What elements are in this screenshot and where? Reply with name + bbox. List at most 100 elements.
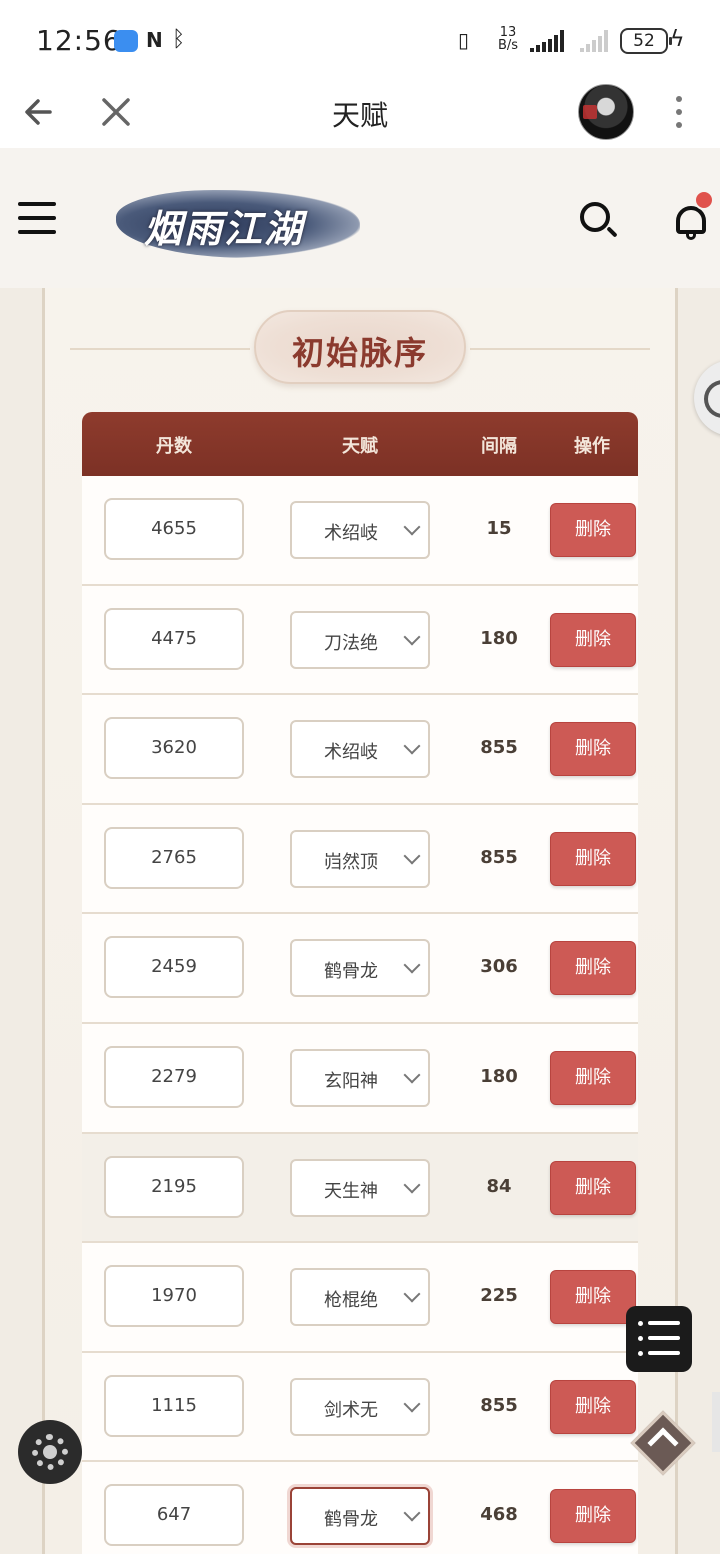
- dan-input[interactable]: 2459: [104, 936, 244, 999]
- interval-value: 180: [480, 627, 518, 649]
- search-icon[interactable]: [580, 202, 618, 240]
- table-row: 1115 剑术无 855 删除: [82, 1352, 638, 1463]
- talent-select[interactable]: 天生神: [290, 1158, 430, 1217]
- list-menu-button[interactable]: [626, 1306, 692, 1372]
- net-speed: 13 B/s: [497, 25, 519, 53]
- dan-input[interactable]: 1115: [104, 1374, 244, 1437]
- section-title: 初始脉序: [291, 334, 428, 372]
- chevron-down-icon: [403, 1504, 421, 1522]
- interval-value: 84: [486, 1175, 512, 1197]
- chevron-down-icon: [403, 847, 421, 865]
- dan-input[interactable]: 1970: [104, 1265, 244, 1328]
- chevron-down-icon: [403, 1176, 421, 1194]
- interval-value: 855: [480, 737, 518, 759]
- more-vertical-icon: [676, 96, 682, 102]
- chevron-down-icon: [403, 737, 421, 755]
- talent-table: 丹数 天赋 间隔 操作 4655 术绍岐 15 删除 4475 刀法绝 180 …: [82, 412, 638, 1554]
- interval-value: 180: [480, 1065, 518, 1087]
- header-dan: 丹数: [156, 436, 192, 457]
- interval-value: 468: [480, 1504, 518, 1526]
- dan-input[interactable]: 2765: [104, 826, 244, 889]
- delete-button[interactable]: 删除: [550, 503, 636, 557]
- scrollbar[interactable]: [712, 1392, 720, 1452]
- logo-text: 烟雨江湖: [144, 206, 305, 251]
- table-row: 3620 术绍岐 855 删除: [82, 695, 638, 805]
- more-options-button[interactable]: [664, 92, 694, 132]
- delete-button[interactable]: 删除: [550, 1270, 636, 1325]
- vibrate-icon: ▯: [458, 28, 470, 52]
- delete-button[interactable]: 删除: [550, 1160, 636, 1215]
- talent-value: 天生神: [324, 1180, 378, 1202]
- header-action: 操作: [574, 436, 610, 457]
- dan-input[interactable]: 2279: [104, 1045, 244, 1108]
- status-time: 12:56: [36, 24, 122, 57]
- delete-button[interactable]: 删除: [550, 941, 636, 996]
- nfc-icon: N: [146, 28, 163, 52]
- table-row: 2195 天生神 84 删除: [82, 1133, 638, 1244]
- chevron-down-icon: [403, 1395, 421, 1413]
- table-row: 647 鹤骨龙 468 删除: [82, 1462, 638, 1554]
- delete-button[interactable]: 删除: [550, 1379, 636, 1434]
- charging-icon: ϟ: [670, 27, 685, 52]
- dan-input[interactable]: 647: [104, 1484, 244, 1547]
- section-title-badge: 初始脉序: [254, 310, 466, 384]
- interval-value: 306: [480, 956, 518, 978]
- interval-value: 225: [480, 1285, 518, 1307]
- talent-value: 刀法绝: [324, 632, 378, 654]
- table-row: 4655 术绍岐 15 删除: [82, 476, 638, 586]
- interval-value: 855: [480, 846, 518, 868]
- bell-icon[interactable]: [672, 190, 714, 242]
- header-interval: 间隔: [481, 436, 517, 457]
- cloud-icon: [114, 30, 138, 52]
- table-header: 丹数 天赋 间隔 操作: [82, 412, 638, 476]
- talent-value: 鹤骨龙: [324, 961, 378, 983]
- chevron-down-icon: [403, 1066, 421, 1084]
- talent-value: 鹤骨龙: [324, 1509, 378, 1531]
- chevron-down-icon: [403, 628, 421, 646]
- delete-button[interactable]: 删除: [550, 1050, 636, 1105]
- talent-value: 术绍岐: [324, 523, 378, 544]
- signal-2-icon: [580, 30, 608, 52]
- signal-icon: [530, 30, 564, 52]
- delete-button[interactable]: 删除: [550, 722, 636, 777]
- dan-input[interactable]: 3620: [104, 717, 244, 780]
- dan-input[interactable]: 4475: [104, 607, 244, 670]
- table-row: 4475 刀法绝 180 删除: [82, 585, 638, 696]
- site-header: 烟雨江湖: [0, 148, 720, 288]
- dan-input[interactable]: 4655: [104, 498, 244, 560]
- dan-input[interactable]: 2195: [104, 1155, 244, 1218]
- header-talent: 天赋: [342, 436, 378, 457]
- delete-button[interactable]: 删除: [550, 831, 636, 886]
- chevron-down-icon: [403, 956, 421, 974]
- status-bar: 12:56 N ᛒ ▯ 13 B/s 52 ϟ: [0, 0, 720, 80]
- settings-button[interactable]: [18, 1420, 82, 1484]
- talent-select[interactable]: 剑术无: [290, 1377, 430, 1436]
- divider: [470, 348, 650, 350]
- talent-value: 枪棍绝: [324, 1290, 378, 1312]
- interval-value: 15: [486, 518, 512, 539]
- talent-select[interactable]: 鹤骨龙: [290, 939, 430, 998]
- talent-value: 术绍岐: [324, 742, 378, 764]
- table-row: 2279 玄阳神 180 删除: [82, 1023, 638, 1134]
- talent-select[interactable]: 刀法绝: [290, 610, 430, 669]
- talent-value: 岿然顶: [324, 851, 378, 873]
- list-icon: [638, 1321, 643, 1326]
- table-row: 1970 枪棍绝 225 删除: [82, 1243, 638, 1353]
- interval-value: 855: [480, 1394, 518, 1416]
- chevron-down-icon: [403, 1285, 421, 1303]
- table-row: 2765 岿然顶 855 删除: [82, 804, 638, 915]
- talent-select[interactable]: 枪棍绝: [290, 1268, 430, 1327]
- talent-select[interactable]: 岿然顶: [290, 829, 430, 888]
- avatar[interactable]: [578, 84, 634, 140]
- hamburger-icon[interactable]: [18, 202, 56, 234]
- talent-select[interactable]: 术绍岐: [290, 720, 430, 779]
- bluetooth-icon: ᛒ: [172, 27, 186, 52]
- chevron-down-icon: [403, 518, 421, 536]
- site-logo[interactable]: 烟雨江湖: [110, 184, 360, 264]
- talent-select[interactable]: 玄阳神: [290, 1048, 430, 1107]
- talent-select[interactable]: 鹤骨龙: [290, 1487, 430, 1546]
- delete-button[interactable]: 删除: [550, 1489, 636, 1544]
- talent-select[interactable]: 术绍岐: [290, 501, 430, 559]
- table-row: 2459 鹤骨龙 306 删除: [82, 914, 638, 1024]
- delete-button[interactable]: 删除: [550, 612, 636, 667]
